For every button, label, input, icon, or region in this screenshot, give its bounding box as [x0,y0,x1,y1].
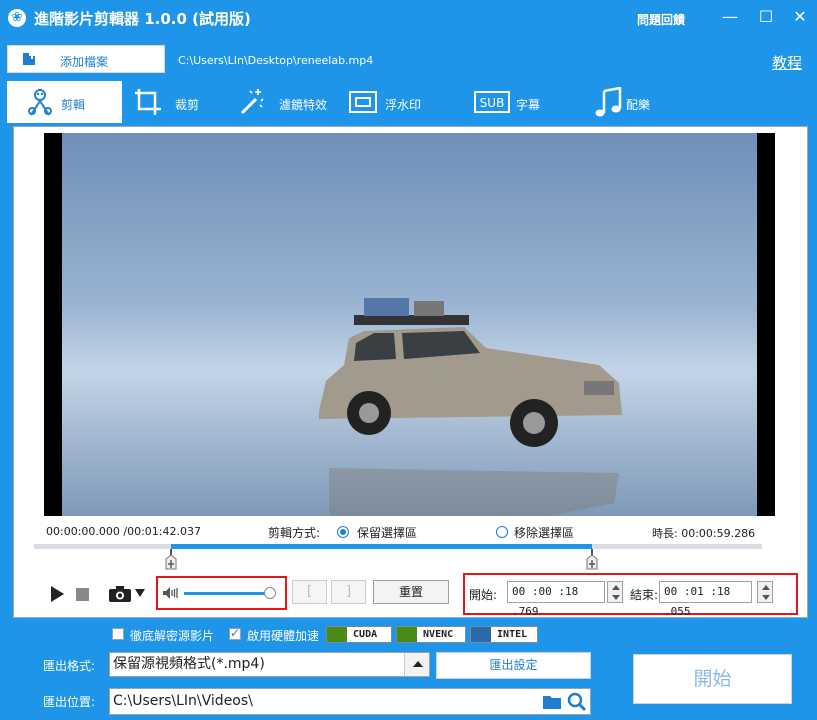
start-marker-handle[interactable] [164,549,178,575]
speaker-icon[interactable] [163,587,179,599]
duration-readout: 時長: 00:00:59.286 [652,525,755,541]
remove-selection-radio[interactable] [496,526,508,538]
camera-icon[interactable] [109,586,131,602]
hwaccel-checkbox[interactable] [229,626,241,640]
tab-watermark[interactable]: 浮水印 [348,81,438,123]
tab-subtitle[interactable]: SUB 字幕 [474,81,554,123]
add-file-button[interactable]: 添加檔案 [7,45,165,73]
search-icon[interactable] [567,692,587,712]
folder-icon[interactable] [543,694,563,710]
app-logo-icon: ❀ [8,9,26,27]
keep-selection-radio[interactable] [337,526,349,538]
set-start-bracket-button[interactable]: [ [292,580,327,604]
tab-crop[interactable]: 裁剪 [133,81,223,123]
minimize-button[interactable]: — [719,6,741,28]
nvenc-badge: NVENC [396,626,466,643]
export-format-label: 匯出格式: [43,659,96,673]
video-preview[interactable] [44,133,775,516]
tab-filter[interactable]: 濾鏡特效 [236,81,336,123]
watermark-icon [349,91,377,113]
add-file-icon [23,52,35,65]
duration-value: 00:00:59.286 [681,527,756,540]
magic-wand-icon [240,89,264,115]
reset-button[interactable]: 重置 [373,580,449,604]
cuda-badge: CUDA [326,626,392,643]
export-location-label: 匯出位置: [43,695,96,709]
tab-music[interactable]: 配樂 [594,81,674,123]
subtitle-icon: SUB [474,91,510,113]
export-location-input[interactable]: C:\Users\LIn\Videos\ [109,688,591,715]
maximize-button[interactable]: ☐ [755,6,777,28]
set-end-bracket-button[interactable]: ] [331,580,366,604]
export-format-select[interactable]: 保留源視頻格式(*.mp4) [109,652,430,677]
close-button[interactable]: ✕ [789,6,811,28]
start-time-stepper[interactable] [607,581,623,603]
tab-label: 配樂 [626,98,651,112]
video-frame [44,133,775,516]
end-time-label: 結束: [630,588,659,602]
end-marker-handle[interactable] [585,549,599,575]
playback-position: 00:00:00.000 /00:01:42.037 [46,525,201,538]
tab-label: 剪輯 [61,98,86,112]
start-export-button[interactable]: 開始 [633,654,792,704]
tab-cut[interactable]: 剪輯 [7,81,122,123]
scissors-film-icon [28,89,52,116]
end-time-input[interactable]: 00 :01 :18 .055 [659,581,752,618]
play-icon[interactable] [51,586,64,602]
tab-label: 字幕 [516,98,541,112]
snapshot-dropdown-icon[interactable] [135,589,145,597]
tutorial-link[interactable]: 教程 [772,52,802,73]
tab-label: 浮水印 [385,98,422,112]
duration-label: 時長: [652,527,678,540]
format-dropdown-icon[interactable] [404,653,429,676]
tab-label: 裁剪 [175,98,200,112]
cut-mode-label: 剪輯方式: [268,526,321,540]
nvidia-icon [397,627,417,642]
volume-slider-knob[interactable] [263,587,276,599]
intel-icon [471,627,491,642]
tab-label: 濾鏡特效 [279,98,328,112]
add-file-label: 添加檔案 [60,55,109,69]
file-path: C:\Users\LIn\Desktop\reneelab.mp4 [178,54,374,67]
feedback-link[interactable]: 問題回饋 [637,11,685,28]
nvidia-icon [327,627,347,642]
keep-selection-label: 保留選擇區 [357,526,418,540]
crop-icon [135,89,161,115]
export-settings-button[interactable]: 匯出設定 [436,652,591,679]
decrypt-label: 徹底解密源影片 [130,629,215,643]
subtitle-icon-text: SUB [480,96,505,110]
timeline-selection [170,544,592,549]
remove-selection-label: 移除選擇區 [514,526,575,540]
volume-slider-track[interactable] [184,592,276,595]
intel-badge: INTEL [470,626,538,643]
start-time-label: 開始: [469,588,498,602]
app-title: 進階影片剪輯器 1.0.0 (試用版) [34,10,251,28]
start-time-input[interactable]: 00 :00 :18 .769 [507,581,605,618]
hwaccel-label: 啟用硬體加速 [247,629,320,643]
music-note-icon [595,87,622,117]
stop-icon[interactable] [76,588,89,601]
end-time-stepper[interactable] [757,581,773,603]
decrypt-checkbox[interactable] [112,628,124,640]
